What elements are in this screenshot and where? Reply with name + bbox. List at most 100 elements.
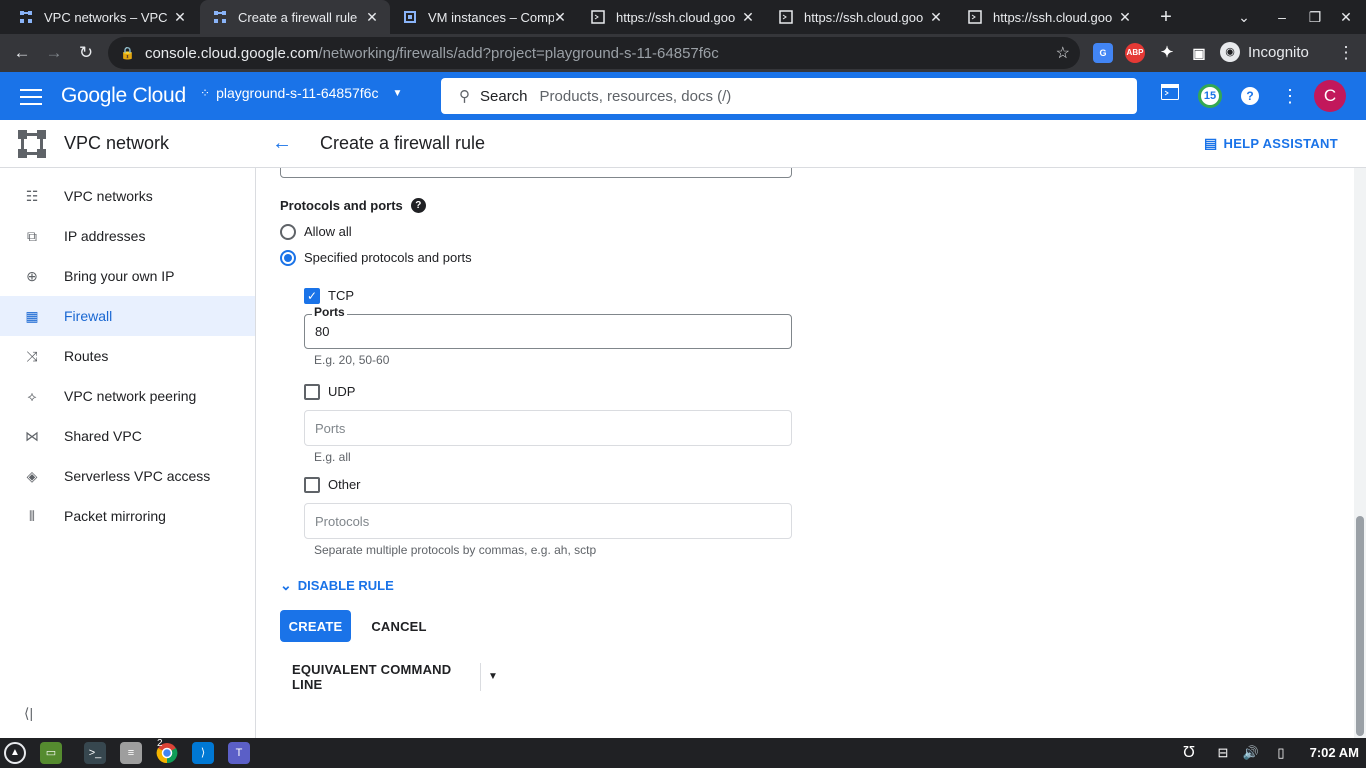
- allow-all-radio[interactable]: [280, 224, 296, 240]
- bookmark-star-icon[interactable]: ☆: [1056, 43, 1070, 63]
- vpc-networks-icon: ☷: [25, 188, 39, 204]
- serverless-icon: ◈: [26, 468, 38, 484]
- sidebar-item-label: Serverless VPC access: [64, 468, 211, 484]
- address-bar[interactable]: 🔒 console.cloud.google.com/networking/fi…: [108, 37, 1080, 69]
- close-tab-icon[interactable]: ✕: [928, 9, 944, 25]
- sidebar-item-label: VPC network peering: [64, 388, 197, 404]
- tab-title: https://ssh.cloud.goo: [993, 9, 1113, 25]
- avatar[interactable]: C: [1314, 80, 1346, 112]
- udp-ports-input[interactable]: Ports: [304, 410, 792, 446]
- other-checkbox[interactable]: [304, 477, 320, 493]
- disable-rule-toggle[interactable]: ⌄ DISABLE RULE: [280, 577, 394, 594]
- os-taskbar: ▲ ▭ >_ ≡ 2 ⟩ T Ʊ ⊟ 🔊 ▯ 7:02 AM: [0, 738, 1366, 768]
- teams-icon[interactable]: T: [228, 742, 250, 764]
- globe-icon: ⊕: [26, 268, 38, 284]
- terminal-icon[interactable]: >_: [84, 742, 106, 764]
- tab-search-icon[interactable]: ⌄: [1234, 7, 1254, 27]
- back-icon[interactable]: ←: [10, 41, 34, 65]
- tab-title: https://ssh.cloud.goo: [616, 9, 736, 25]
- help-icon[interactable]: ?: [1238, 84, 1262, 108]
- browser-tab[interactable]: VM instances – Comp ✕: [390, 0, 578, 34]
- help-circle-icon[interactable]: ?: [410, 198, 426, 213]
- notifications-badge[interactable]: 15: [1198, 84, 1222, 108]
- help-assistant-button[interactable]: ▤ HELP ASSISTANT: [1204, 135, 1338, 152]
- scrollbar[interactable]: [1354, 168, 1366, 738]
- sidebar-item-shared-vpc[interactable]: ⋈ Shared VPC: [0, 416, 255, 456]
- tcp-ports-hint: E.g. 20, 50-60: [314, 353, 390, 367]
- hamburger-menu-icon[interactable]: [20, 86, 42, 106]
- side-panel-icon[interactable]: ▣: [1189, 43, 1209, 63]
- close-tab-icon[interactable]: ✕: [552, 9, 568, 25]
- maximize-icon[interactable]: ❐: [1305, 7, 1325, 27]
- sidebar-item-packet-mirroring[interactable]: ⦀ Packet mirroring: [0, 496, 255, 536]
- network-icon[interactable]: ⊟: [1212, 742, 1234, 764]
- search-placeholder: Products, resources, docs (/): [539, 87, 732, 105]
- close-tab-icon[interactable]: ✕: [1117, 9, 1133, 25]
- tcp-checkbox[interactable]: ✓: [304, 288, 320, 304]
- incognito-indicator[interactable]: ◉ Incognito: [1220, 42, 1309, 62]
- browser-tab[interactable]: https://ssh.cloud.goo ✕: [955, 0, 1143, 34]
- browser-tab[interactable]: VPC networks – VPC n ✕: [6, 0, 198, 34]
- sidebar-item-firewall[interactable]: ▦ Firewall: [0, 296, 255, 336]
- terminal-favicon-icon: [778, 9, 794, 25]
- packet-mirroring-icon: ⦀: [28, 508, 36, 524]
- tcp-ports-input[interactable]: 80: [304, 314, 792, 349]
- project-hierarchy-icon: ⁘: [200, 86, 211, 100]
- close-tab-icon[interactable]: ✕: [172, 9, 188, 25]
- vscode-icon[interactable]: ⟩: [192, 742, 214, 764]
- sidebar-item-ip-addresses[interactable]: ⧉ IP addresses: [0, 216, 255, 256]
- close-tab-icon[interactable]: ✕: [364, 9, 380, 25]
- launcher-icon[interactable]: ▲: [4, 742, 26, 764]
- terminal-favicon-icon: [967, 9, 983, 25]
- back-arrow-icon[interactable]: ←: [272, 132, 292, 155]
- sidebar-item-serverless[interactable]: ◈ Serverless VPC access: [0, 456, 255, 496]
- udp-checkbox[interactable]: [304, 384, 320, 400]
- shared-vpc-icon: ⋈: [25, 428, 39, 444]
- browser-tab[interactable]: https://ssh.cloud.goo ✕: [766, 0, 954, 34]
- adblock-extension-icon[interactable]: ABP: [1125, 43, 1145, 63]
- other-protocols-input[interactable]: Protocols: [304, 503, 792, 539]
- ip-addresses-icon: ⧉: [27, 228, 37, 244]
- scrollbar-thumb[interactable]: [1356, 516, 1364, 736]
- cancel-button[interactable]: CANCEL: [364, 610, 434, 642]
- specified-protocols-radio[interactable]: [280, 250, 296, 266]
- help-assistant-label: HELP ASSISTANT: [1223, 136, 1338, 151]
- close-tab-icon[interactable]: ✕: [740, 9, 756, 25]
- sidebar-item-peering[interactable]: ⟡ VPC network peering: [0, 376, 255, 416]
- project-selector[interactable]: ⁘ playground-s-11-64857f6c ▼: [200, 85, 402, 101]
- close-window-icon[interactable]: ✕: [1336, 7, 1356, 27]
- equivalent-command-line-button[interactable]: EQUIVALENT COMMAND LINE: [280, 661, 480, 693]
- collapse-sidebar-icon[interactable]: ⟨|: [24, 705, 33, 722]
- other-protocols-hint: Separate multiple protocols by commas, e…: [314, 543, 597, 557]
- udp-ports-placeholder: Ports: [315, 420, 346, 436]
- extensions-puzzle-icon[interactable]: ✦: [1157, 43, 1177, 63]
- previous-field-bottom[interactable]: [280, 168, 792, 178]
- product-name: VPC network: [64, 133, 170, 153]
- vpc-favicon-icon: [212, 9, 228, 25]
- minimize-icon[interactable]: –: [1272, 7, 1292, 27]
- browser-tab[interactable]: https://ssh.cloud.goo ✕: [578, 0, 766, 34]
- search-box[interactable]: ⚲ Search Products, resources, docs (/): [441, 78, 1137, 114]
- tab-title: VM instances – Comp: [428, 9, 554, 25]
- google-cloud-logo[interactable]: Google Cloud: [61, 84, 186, 108]
- file-manager-icon[interactable]: ▭: [40, 742, 62, 764]
- create-button[interactable]: CREATE: [280, 610, 351, 642]
- sidebar-item-routes[interactable]: ⤨ Routes: [0, 336, 255, 376]
- new-tab-icon[interactable]: +: [1156, 7, 1176, 27]
- browser-menu-icon[interactable]: ⋮: [1334, 41, 1358, 65]
- routes-icon: ⤨: [26, 348, 38, 364]
- translate-extension-icon[interactable]: G: [1093, 43, 1113, 63]
- battery-icon[interactable]: ▯: [1270, 742, 1292, 764]
- dropdown-arrow-icon[interactable]: ▼: [485, 668, 501, 686]
- forward-icon[interactable]: →: [42, 41, 66, 65]
- sidebar-item-byoip[interactable]: ⊕ Bring your own IP: [0, 256, 255, 296]
- vpc-favicon-icon: [18, 9, 34, 25]
- more-options-icon[interactable]: ⋮: [1278, 84, 1302, 108]
- tray-u-icon[interactable]: Ʊ: [1178, 742, 1200, 764]
- sidebar-item-vpc-networks[interactable]: ☷ VPC networks: [0, 176, 255, 216]
- cloud-shell-icon[interactable]: [1158, 84, 1182, 108]
- volume-icon[interactable]: 🔊: [1240, 742, 1262, 764]
- browser-tab-active[interactable]: Create a firewall rule ✕: [200, 0, 390, 34]
- text-editor-icon[interactable]: ≡: [120, 742, 142, 764]
- reload-icon[interactable]: ↻: [74, 41, 98, 65]
